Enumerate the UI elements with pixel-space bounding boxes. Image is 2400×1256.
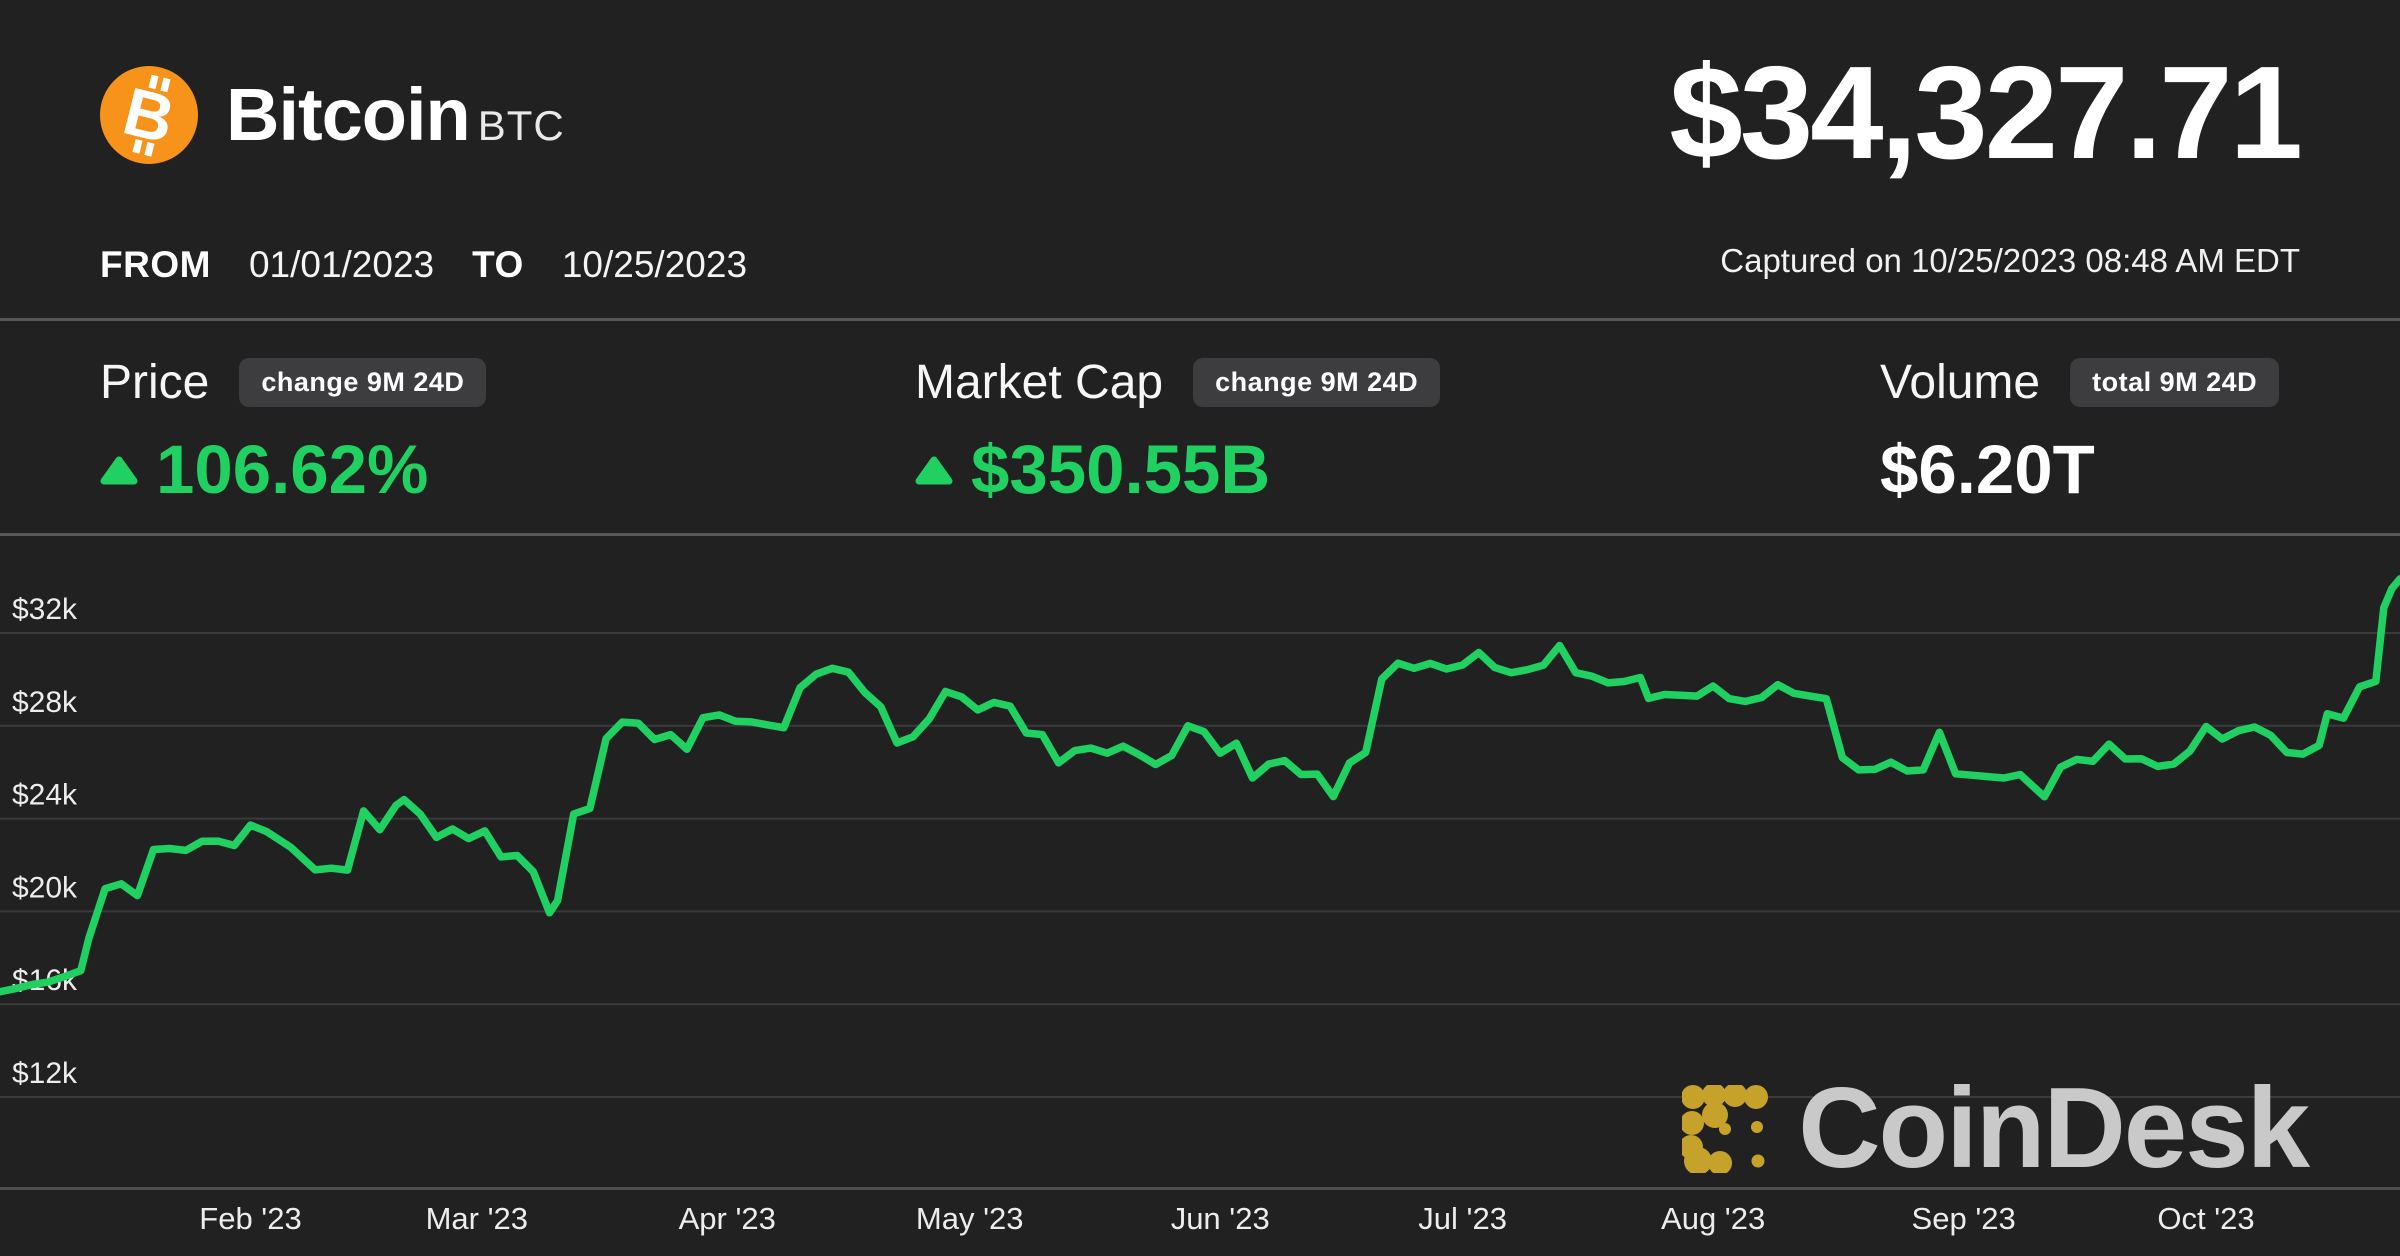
coindesk-logo: CoinDesk <box>1682 1072 2308 1186</box>
stat-price-value: 106.62% <box>156 435 428 504</box>
stat-market-cap-value-row: $350.55B <box>915 435 1440 504</box>
x-tick-label: May '23 <box>916 1201 1024 1236</box>
stat-market-cap-value: $350.55B <box>971 435 1270 504</box>
x-tick-label: Apr '23 <box>679 1201 776 1236</box>
stat-market-cap-period-badge: change 9M 24D <box>1193 358 1440 407</box>
to-label: TO <box>472 244 524 286</box>
y-tick-label: $28k <box>12 686 78 719</box>
stat-market-cap-label: Market Cap <box>915 359 1163 407</box>
to-date: 10/25/2023 <box>562 244 747 286</box>
y-tick-label: $12k <box>12 1057 78 1090</box>
up-arrow-icon <box>100 455 138 485</box>
y-tick-label: $20k <box>12 871 78 904</box>
current-price: $34,327.71 <box>1669 44 2300 183</box>
coin-ticker: BTC <box>478 102 565 150</box>
stat-price-head: Price change 9M 24D <box>100 358 486 407</box>
from-date: 01/01/2023 <box>249 244 434 286</box>
stat-volume-value-row: $6.20T <box>1880 435 2279 504</box>
coin-title-row: Bitcoin BTC <box>226 78 565 152</box>
x-tick-label: Oct '23 <box>2157 1201 2254 1236</box>
stat-price: Price change 9M 24D 106.62% <box>100 358 486 504</box>
stat-price-period-badge: change 9M 24D <box>239 358 486 407</box>
coindesk-bitcoin-price-card: B Bitcoin BTC FROM 01/01/2023 TO 10/25/2… <box>0 0 2400 1256</box>
stat-volume-label: Volume <box>1880 359 2040 407</box>
bitcoin-logo-icon: B <box>100 66 198 164</box>
stat-market-cap-head: Market Cap change 9M 24D <box>915 358 1440 407</box>
stat-volume-period-badge: total 9M 24D <box>2070 358 2279 407</box>
coin-header: B Bitcoin BTC <box>100 66 565 164</box>
coin-name: Bitcoin <box>226 78 470 152</box>
header-divider-line <box>0 318 2400 321</box>
stat-price-value-row: 106.62% <box>100 435 486 504</box>
stat-volume: Volume total 9M 24D $6.20T <box>1880 358 2279 504</box>
stat-market-cap: Market Cap change 9M 24D $350.55B <box>915 358 1440 504</box>
capture-timestamp: Captured on 10/25/2023 08:48 AM EDT <box>1720 242 2300 280</box>
coindesk-wordmark: CoinDesk <box>1798 1072 2308 1186</box>
x-tick-label: Aug '23 <box>1661 1201 1765 1236</box>
x-tick-label: Jul '23 <box>1418 1201 1507 1236</box>
from-label: FROM <box>100 244 211 286</box>
stat-volume-value: $6.20T <box>1880 435 2095 504</box>
stat-volume-head: Volume total 9M 24D <box>1880 358 2279 407</box>
coindesk-icon <box>1682 1085 1774 1173</box>
y-tick-label: $32k <box>12 593 78 626</box>
x-tick-label: Mar '23 <box>426 1201 528 1236</box>
x-tick-label: Sep '23 <box>1912 1201 2016 1236</box>
stat-price-label: Price <box>100 359 209 407</box>
x-tick-label: Feb '23 <box>199 1201 301 1236</box>
up-arrow-icon <box>915 455 953 485</box>
price-line <box>0 579 2400 992</box>
date-range: FROM 01/01/2023 TO 10/25/2023 <box>100 244 747 286</box>
x-tick-label: Jun '23 <box>1171 1201 1270 1236</box>
y-tick-label: $24k <box>12 779 78 812</box>
